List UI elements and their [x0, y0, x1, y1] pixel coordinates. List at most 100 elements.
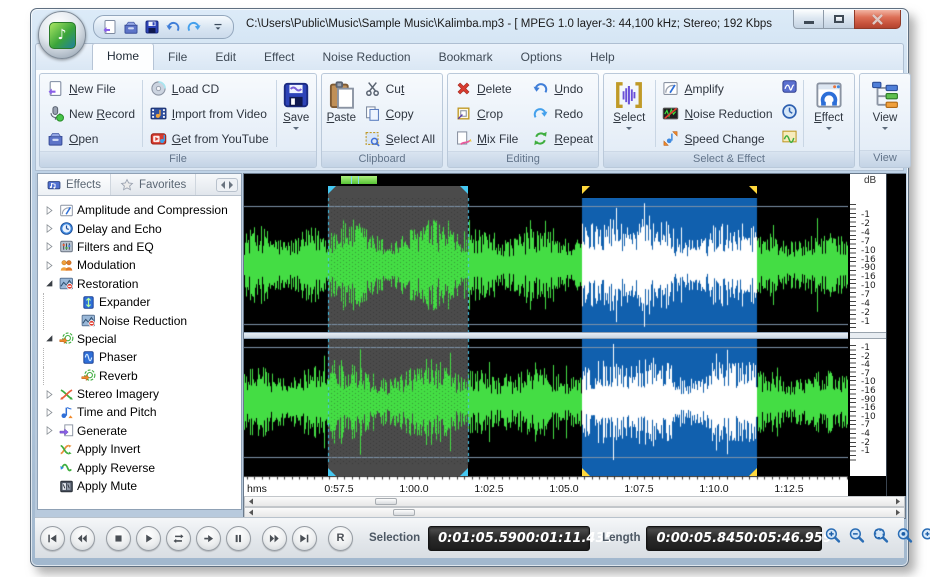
ribbon-button-get-from-youtube[interactable]: Get from YouTube [145, 126, 274, 151]
tree-item-delay-and-echo[interactable]: Delay and Echo [43, 219, 241, 237]
tab-help[interactable]: Help [576, 45, 629, 70]
ribbon-button-new-record[interactable]: New Record [42, 101, 140, 126]
tree-item-time-and-pitch[interactable]: Time and Pitch [43, 403, 241, 421]
ribbon-button-select[interactable]: Select [606, 76, 653, 151]
ribbon-button-amplify[interactable]: Amplify [657, 76, 777, 101]
tab-options[interactable]: Options [507, 45, 576, 70]
ribbon-button-import-from-video[interactable]: Import from Video [145, 101, 274, 126]
maximize-button[interactable] [824, 10, 854, 29]
ribbon-button-paste[interactable]: Paste [324, 76, 359, 151]
sidebar-tab-favorites[interactable]: Favorites [111, 174, 196, 195]
rewind-button[interactable] [70, 526, 95, 551]
tree-item-generate[interactable]: Generate [43, 422, 241, 440]
ribbon-button-select-all[interactable]: Select All [359, 126, 440, 151]
ribbon-button-crop[interactable]: Crop [450, 101, 523, 126]
selection-display: 0:01:05.590 0:01:11.435 [428, 526, 590, 551]
ribbon-button-noise-reduction[interactable]: Noise Reduction [657, 101, 777, 126]
tree-item-amplitude-and-compression[interactable]: Amplitude and Compression [43, 201, 241, 219]
zoom-selection-button[interactable] [870, 527, 892, 549]
waveform-left-channel[interactable] [244, 198, 848, 332]
expand-arrow-icon[interactable] [43, 222, 56, 235]
waveform-right-channel[interactable] [244, 339, 848, 465]
tree-item-special[interactable]: Special [43, 330, 241, 348]
app-menu-orb[interactable]: ♪ [38, 11, 86, 59]
pause-button[interactable] [226, 526, 251, 551]
zoom-in-button[interactable] [822, 527, 844, 549]
scroll-left-arrow[interactable] [245, 508, 257, 517]
ribbon-button-undo[interactable]: Undo [527, 76, 598, 101]
expand-arrow-icon[interactable] [43, 240, 56, 253]
ribbon-button-new-file[interactable]: New File [42, 76, 140, 101]
tree-item-filters-and-eq[interactable]: Filters and EQ [43, 238, 241, 256]
collapse-arrow-icon[interactable] [43, 332, 56, 345]
tree-item-apply-mute[interactable]: Apply Mute [43, 477, 241, 495]
scroll-right-arrow[interactable] [892, 497, 904, 506]
close-button[interactable] [854, 10, 901, 29]
qat-undo-button[interactable] [165, 19, 181, 35]
tree-item-apply-reverse[interactable]: Apply Reverse [43, 458, 241, 476]
zoom-out-button[interactable] [846, 527, 868, 549]
qat-qat-new-button[interactable] [102, 19, 118, 35]
waveform-h-scrollbar[interactable] [244, 496, 905, 507]
collapse-arrow-icon[interactable] [43, 277, 56, 290]
tab-bookmark[interactable]: Bookmark [425, 45, 507, 70]
record-button[interactable]: R [328, 526, 353, 551]
fast-forward-button[interactable] [262, 526, 287, 551]
ribbon-button-cut[interactable]: Cut [359, 76, 440, 101]
qat-qat-save-button[interactable] [144, 19, 160, 35]
ribbon-button-open[interactable]: Open [42, 126, 140, 151]
tree-item-noise-reduction[interactable]: Noise Reduction [43, 311, 241, 329]
tree-item-modulation[interactable]: Modulation [43, 256, 241, 274]
ribbon-button-save[interactable]: Save [278, 76, 314, 151]
ribbon-button-delete[interactable]: Delete [450, 76, 523, 101]
ribbon-button-copy[interactable]: Copy [359, 101, 440, 126]
time-ruler-label: 0:57.5 [324, 483, 353, 495]
stop-button[interactable] [106, 526, 131, 551]
zoom-full-button[interactable] [894, 527, 916, 549]
tree-item-apply-invert[interactable]: Apply Invert [43, 440, 241, 458]
tree-item-stereo-imagery[interactable]: Stereo Imagery [43, 385, 241, 403]
sidebar-tab-scroll[interactable] [216, 178, 238, 192]
preset-button-preset-eq[interactable] [781, 78, 798, 100]
preset-button-preset-filter[interactable] [781, 128, 798, 150]
qat-qat-open-button[interactable] [123, 19, 139, 35]
ribbon-button-speed-change[interactable]: Speed Change [657, 126, 777, 151]
toolbar-overflow-button[interactable] [211, 20, 225, 34]
qat-redo-button[interactable] [186, 19, 202, 35]
tree-item-phaser[interactable]: Phaser [43, 348, 241, 366]
ribbon-button-redo[interactable]: Redo [527, 101, 598, 126]
expand-arrow-icon[interactable] [43, 406, 56, 419]
zoom-vertical-in-button[interactable] [918, 527, 930, 549]
expand-arrow-icon[interactable] [43, 388, 56, 401]
play-button[interactable] [136, 526, 161, 551]
ribbon-button-effect[interactable]: Effect [805, 76, 852, 151]
skip-start-button[interactable] [40, 526, 65, 551]
expand-arrow-icon[interactable] [43, 259, 56, 272]
tree-item-reverb[interactable]: Reverb [43, 367, 241, 385]
scroll-thumb[interactable] [393, 509, 415, 516]
ribbon-button-repeat[interactable]: Repeat [527, 126, 598, 151]
loop-button[interactable] [166, 526, 191, 551]
tab-edit[interactable]: Edit [201, 45, 250, 70]
tab-noise-reduction[interactable]: Noise Reduction [309, 45, 425, 70]
waveform-panel[interactable]: hms0:57.51:00.01:02.51:05.01:07.51:10.01… [243, 173, 906, 519]
expand-arrow-icon[interactable] [43, 424, 56, 437]
minimize-button[interactable] [793, 10, 824, 29]
tree-item-expander[interactable]: Expander [43, 293, 241, 311]
tab-effect[interactable]: Effect [250, 45, 308, 70]
tree-item-restoration[interactable]: Restoration [43, 275, 241, 293]
ribbon-button-mix-file[interactable]: Mix File [450, 126, 523, 151]
title-bar[interactable]: ♪ C:\Users\Public\Music\Sample Music\Kal… [31, 9, 908, 43]
scroll-thumb[interactable] [375, 498, 397, 505]
forward-button[interactable] [196, 526, 221, 551]
preset-button-preset-time[interactable] [781, 103, 798, 125]
scroll-left-arrow[interactable] [245, 497, 257, 506]
tab-home[interactable]: Home [92, 43, 154, 70]
ribbon-button-view[interactable]: View [862, 76, 908, 150]
expand-arrow-icon[interactable] [43, 204, 56, 217]
ribbon-button-load-cd[interactable]: Load CD [145, 76, 274, 101]
skip-end-button[interactable] [292, 526, 317, 551]
sidebar-tab-effects[interactable]: Effects [38, 174, 111, 195]
scroll-right-arrow[interactable] [892, 508, 904, 517]
tab-file[interactable]: File [154, 45, 201, 70]
